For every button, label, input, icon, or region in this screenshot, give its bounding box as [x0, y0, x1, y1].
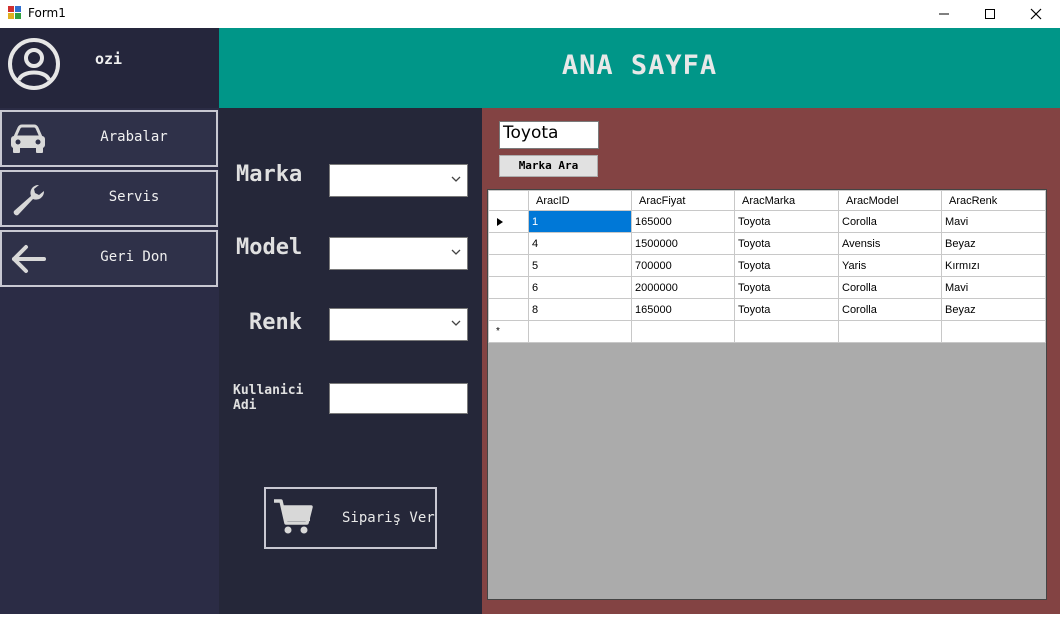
arac-data-grid[interactable]: AracID AracFiyat AracMarka AracModel Ara… [487, 189, 1047, 600]
maximize-button[interactable] [967, 0, 1013, 28]
chevron-down-icon [451, 320, 461, 326]
sidebar-item-servis[interactable]: Servis [0, 170, 218, 227]
chevron-down-icon [451, 249, 461, 255]
table-cell[interactable]: Toyota [734, 276, 839, 299]
table-row[interactable]: 8 165000 Toyota Corolla Beyaz [488, 298, 1046, 321]
table-cell[interactable]: Avensis [838, 232, 942, 255]
table-cell[interactable]: 700000 [631, 254, 735, 277]
model-label: Model [236, 235, 303, 260]
table-cell[interactable] [528, 320, 632, 343]
car-icon [11, 124, 45, 153]
app-icon [8, 6, 22, 20]
table-cell[interactable]: Beyaz [941, 298, 1046, 321]
table-row[interactable]: 1 165000 Toyota Corolla Mavi [488, 210, 1046, 233]
kullanici-adi-input[interactable] [329, 383, 468, 414]
renk-select[interactable] [329, 308, 468, 341]
new-row-marker: * [488, 320, 529, 343]
column-header[interactable]: AracID [528, 190, 632, 211]
row-header[interactable] [488, 276, 529, 299]
marka-ara-button[interactable]: Marka Ara [499, 155, 598, 177]
renk-label: Renk [249, 310, 302, 335]
window-title: Form1 [28, 6, 66, 20]
table-cell[interactable] [838, 320, 942, 343]
shopping-cart-icon [274, 499, 313, 534]
current-row-arrow-icon [497, 217, 503, 226]
table-cell[interactable]: 165000 [631, 298, 735, 321]
header: ANA SAYFA [219, 28, 1060, 108]
marka-select[interactable] [329, 164, 468, 197]
column-header[interactable]: AracMarka [734, 190, 839, 211]
sidebar-item-label: Arabalar [100, 129, 168, 145]
table-cell[interactable]: Beyaz [941, 232, 1046, 255]
user-name: ozi [95, 50, 123, 68]
wrench-icon [13, 184, 45, 216]
model-select[interactable] [329, 237, 468, 270]
kullanici-label-line1: Kullanici [233, 383, 304, 398]
marka-search-input[interactable]: Toyota [499, 121, 599, 149]
table-cell[interactable]: Kırmızı [941, 254, 1046, 277]
table-cell[interactable]: Toyota [734, 210, 839, 233]
table-row[interactable]: 5 700000 Toyota Yaris Kırmızı [488, 254, 1046, 277]
table-cell[interactable] [941, 320, 1046, 343]
table-cell[interactable]: Toyota [734, 254, 839, 277]
table-cell[interactable]: Toyota [734, 298, 839, 321]
table-cell[interactable]: 1 [528, 210, 632, 233]
table-cell[interactable]: Corolla [838, 298, 942, 321]
order-form: Marka Model Renk Kullanici Adi Sipariş V… [219, 108, 482, 614]
table-cell[interactable]: 8 [528, 298, 632, 321]
row-header[interactable] [488, 232, 529, 255]
kullanici-adi-label: Kullanici Adi [233, 383, 303, 413]
table-cell[interactable]: 1500000 [631, 232, 735, 255]
kullanici-label-line2: Adi [233, 398, 257, 413]
row-header-current[interactable] [488, 210, 529, 233]
user-avatar-icon [8, 38, 60, 90]
column-header[interactable]: AracModel [838, 190, 942, 211]
table-cell[interactable]: 5 [528, 254, 632, 277]
window-bottom-edge [0, 614, 1060, 618]
table-header-row: AracID AracFiyat AracMarka AracModel Ara… [488, 190, 1046, 211]
table-cell[interactable]: Toyota [734, 232, 839, 255]
sidebar-item-arabalar[interactable]: Arabalar [0, 110, 218, 167]
results-panel: Toyota Marka Ara AracID AracFiyat AracMa… [482, 108, 1060, 614]
marka-label: Marka [236, 162, 303, 187]
table-row[interactable]: 4 1500000 Toyota Avensis Beyaz [488, 232, 1046, 255]
table-cell[interactable]: 165000 [631, 210, 735, 233]
table-cell[interactable]: 4 [528, 232, 632, 255]
table-cell[interactable]: 2000000 [631, 276, 735, 299]
table-cell[interactable] [631, 320, 735, 343]
row-header[interactable] [488, 254, 529, 277]
table-cell[interactable]: 6 [528, 276, 632, 299]
sidebar-item-label: Servis [108, 189, 160, 205]
table-row[interactable]: 6 2000000 Toyota Corolla Mavi [488, 276, 1046, 299]
row-header-corner [488, 190, 529, 211]
siparis-ver-label: Sipariş Ver [342, 510, 435, 526]
sidebar-item-label: Geri Don [100, 249, 168, 265]
maximize-icon [985, 9, 995, 19]
column-header[interactable]: AracRenk [941, 190, 1046, 211]
sidebar-item-geri-don[interactable]: Geri Don [0, 230, 218, 287]
minimize-button[interactable] [921, 0, 967, 28]
arrow-left-icon [12, 245, 46, 273]
column-header[interactable]: AracFiyat [631, 190, 735, 211]
user-block: ozi [0, 28, 219, 108]
title-bar: Form1 [0, 0, 1060, 28]
table-cell[interactable]: Mavi [941, 276, 1046, 299]
close-icon [1030, 8, 1042, 20]
table-cell[interactable]: Corolla [838, 210, 942, 233]
table-cell[interactable]: Mavi [941, 210, 1046, 233]
minimize-icon [939, 13, 949, 15]
chevron-down-icon [451, 176, 461, 182]
close-button[interactable] [1013, 0, 1059, 28]
table-cell[interactable]: Corolla [838, 276, 942, 299]
siparis-ver-button[interactable]: Sipariş Ver [264, 487, 437, 549]
table-cell[interactable] [734, 320, 839, 343]
new-row[interactable]: * [488, 320, 1046, 343]
sidebar: ozi Arabalar Servis Geri Don [0, 28, 219, 614]
page-title: ANA SAYFA [561, 50, 718, 81]
arac-table: AracID AracFiyat AracMarka AracModel Ara… [488, 190, 1046, 343]
table-cell[interactable]: Yaris [838, 254, 942, 277]
row-header[interactable] [488, 298, 529, 321]
